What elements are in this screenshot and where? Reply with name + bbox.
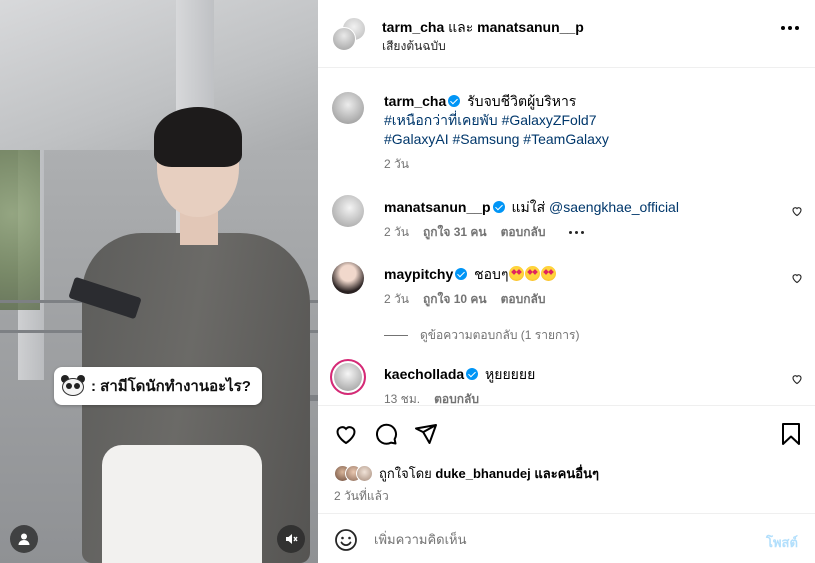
heart-eyes-emoji [525,266,541,281]
likes-count[interactable]: ถูกใจ 31 คน [423,223,487,242]
comment-body: manatsanun__p แม่ใส่ @saengkhae_official… [384,198,784,242]
username-link[interactable]: kaechollada [384,366,464,382]
separator-text: และ [448,19,474,35]
bookmark-icon[interactable] [780,422,802,446]
heart-icon[interactable] [791,272,803,284]
others-link[interactable]: และคนอื่นๆ [534,466,599,481]
mute-button[interactable] [277,525,305,553]
liked-by-text: ถูกใจโดย duke_bhanudej และคนอื่นๆ [379,463,599,484]
username-link[interactable]: tarm_cha [382,19,444,35]
post-timestamp[interactable]: 2 วันที่แล้ว [334,487,389,506]
verified-badge-icon [466,368,479,380]
username-link[interactable]: tarm_cha [384,93,446,109]
comment-icon[interactable] [374,422,398,446]
avatar[interactable] [332,92,364,124]
post-header: tarm_cha และ manatsanun__p เสียงต้นฉบับ [318,0,815,68]
reply-button[interactable]: ตอบกลับ [501,290,546,309]
comment-composer: โพสต์ [318,513,815,563]
audio-link[interactable]: เสียงต้นฉบับ [382,37,446,56]
replies-divider [384,335,408,336]
hashtags[interactable]: #GalaxyAI #Samsung #TeamGalaxy [384,130,784,149]
video-caption-bubble: : สามีโดนักทำงานอะไร? [54,367,262,405]
hair [154,107,242,167]
video-caption-text: : สามีโดนักทำงานอะไร? [91,378,251,395]
avatar[interactable] [330,359,366,395]
verified-badge-icon [448,95,461,107]
verified-badge-icon [455,268,468,280]
speaker-muted-icon [286,534,298,544]
avatar[interactable] [332,262,364,294]
collab-usernames: tarm_cha และ manatsanun__p [382,17,584,39]
reply-button[interactable]: ตอบกลับ [501,223,546,242]
post-comment-button[interactable]: โพสต์ [766,532,798,553]
liked-by: ถูกใจโดย duke_bhanudej และคนอื่นๆ [334,463,599,484]
timestamp: 2 วัน [384,157,409,171]
reply-button[interactable]: ตอบกลับ [434,390,479,405]
comment-body: kaechollada หูยยยยย 13 ชม. ตอบกลับ [384,365,784,405]
username-link[interactable]: duke_bhanudej [435,466,530,481]
username-link[interactable]: manatsanun__p [384,199,491,215]
tagged-users-button[interactable] [10,525,38,553]
caption-body: tarm_cha รับจบชีวิตผู้บริหาร #เหนือกว่าท… [384,92,784,174]
heart-icon[interactable] [791,205,803,217]
comment-text: หูยยยยย [485,366,536,382]
liked-by-prefix: ถูกใจโดย [379,466,432,481]
comment-input[interactable] [374,528,754,550]
heart-eyes-emoji [509,266,525,281]
more-options-icon[interactable] [781,26,799,30]
heart-icon[interactable] [791,373,803,385]
timestamp: 2 วัน [384,225,409,239]
background-trees [0,150,40,310]
view-replies-button[interactable]: ดูข้อความตอบกลับ (1 รายการ) [384,326,579,345]
likes-count[interactable]: ถูกใจ 10 คน [423,290,487,309]
comment-body: maypitchy ชอบๆ 2 วัน ถูกใจ 10 คน ตอบกลับ [384,265,784,309]
share-icon[interactable] [414,422,438,446]
verified-badge-icon [492,201,505,213]
comments-list[interactable]: tarm_cha รับจบชีวิตผู้บริหาร #เหนือกว่าท… [318,69,815,405]
username-link[interactable]: maypitchy [384,266,453,282]
avatar[interactable] [356,465,373,482]
post-side-panel: tarm_cha และ manatsanun__p เสียงต้นฉบับ … [318,0,815,563]
like-heart-icon[interactable] [334,422,358,446]
panda-emoji [61,375,85,397]
avatar[interactable] [332,27,356,51]
hashtags[interactable]: #เหนือกว่าที่เคยพับ #GalaxyZFold7 [384,111,784,130]
more-options-icon[interactable] [569,231,585,234]
post-actions: ถูกใจโดย duke_bhanudej และคนอื่นๆ 2 วันท… [318,405,815,513]
timestamp: 2 วัน [384,292,409,306]
caption-text: รับจบชีวิตผู้บริหาร [467,93,577,109]
mention-link[interactable]: @saengkhae_official [549,199,679,215]
comment-text: แม่ใส่ [511,199,546,215]
skirt [102,445,262,563]
timestamp: 13 ชม. [384,392,421,405]
avatar[interactable] [332,195,364,227]
post-media[interactable]: : สามีโดนักทำงานอะไร? [0,0,318,563]
username-link[interactable]: manatsanun__p [477,19,584,35]
heart-eyes-emoji [541,266,557,281]
user-icon [18,533,30,545]
collab-avatars[interactable] [332,17,366,51]
comment-text: ชอบๆ [474,266,509,282]
emoji-picker-icon[interactable] [334,528,358,552]
view-replies-label[interactable]: ดูข้อความตอบกลับ (1 รายการ) [420,326,579,345]
person-figure [62,105,312,563]
